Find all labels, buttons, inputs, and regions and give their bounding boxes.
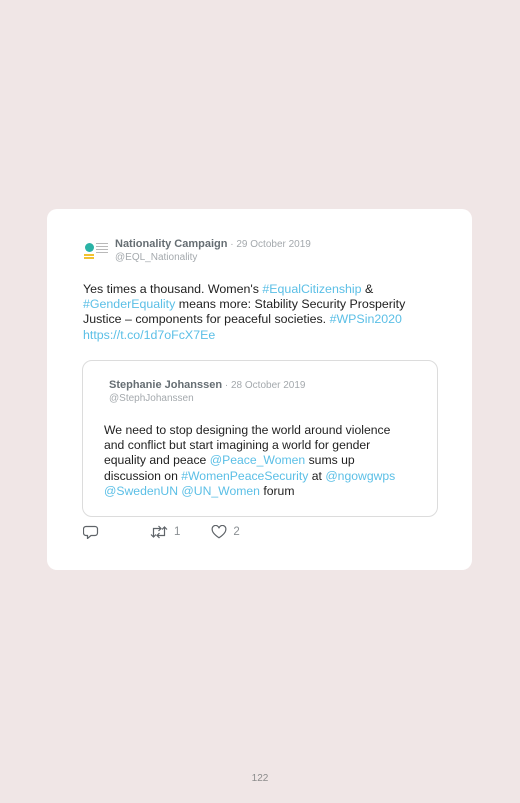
retweet-button[interactable]: 1 bbox=[150, 525, 180, 539]
inline-link[interactable]: #WomenPeaceSecurity bbox=[181, 469, 308, 483]
inline-link[interactable]: #EqualCitizenship bbox=[262, 282, 361, 296]
tweet-actions: 1 2 bbox=[83, 525, 240, 539]
text-segment: & bbox=[361, 282, 374, 296]
reply-button[interactable] bbox=[83, 525, 99, 539]
text-segment: at bbox=[308, 468, 326, 483]
author-name[interactable]: Nationality Campaign bbox=[115, 238, 227, 250]
text-segment: forum bbox=[259, 483, 295, 498]
reply-icon bbox=[83, 525, 99, 539]
tweet-card: Nationality Campaign · 29 October 2019 @… bbox=[47, 209, 472, 570]
quoted-tweet-text: We need to stop designing the world arou… bbox=[104, 423, 414, 499]
inline-link[interactable]: @SwedenUN bbox=[104, 484, 178, 498]
author-handle[interactable]: @EQL_Nationality bbox=[115, 252, 311, 264]
tweet-date[interactable]: 29 October 2019 bbox=[236, 239, 311, 250]
heart-icon bbox=[211, 525, 227, 539]
avatar[interactable] bbox=[83, 237, 111, 265]
like-button[interactable]: 2 bbox=[211, 525, 240, 539]
quoted-tweet-header: Stephanie Johanssen · 28 October 2019 @S… bbox=[109, 378, 305, 405]
retweet-icon bbox=[150, 525, 168, 539]
tweet-header: Nationality Campaign · 29 October 2019 @… bbox=[83, 237, 311, 265]
date-separator: · bbox=[222, 380, 231, 391]
logo-dot bbox=[85, 243, 94, 252]
like-count: 2 bbox=[233, 526, 240, 538]
tweet-text: Yes times a thousand. Women's #EqualCiti… bbox=[83, 282, 439, 343]
text-segment: Yes times a thousand. Women's bbox=[83, 282, 263, 296]
quoted-author-handle[interactable]: @StephJohanssen bbox=[109, 393, 305, 405]
inline-link[interactable]: #WPSin2020 bbox=[330, 312, 402, 326]
quoted-author-name[interactable]: Stephanie Johanssen bbox=[109, 379, 222, 391]
quoted-tweet-date[interactable]: 28 October 2019 bbox=[231, 380, 306, 391]
inline-link[interactable]: @UN_Women bbox=[181, 484, 260, 498]
inline-link[interactable]: @ngowgwps bbox=[325, 469, 395, 483]
inline-link[interactable]: https://t.co/1d7oFcX7Ee bbox=[83, 328, 215, 342]
page-number: 122 bbox=[251, 773, 269, 784]
retweet-count: 1 bbox=[174, 526, 181, 538]
quoted-tweet[interactable]: Stephanie Johanssen · 28 October 2019 @S… bbox=[82, 360, 438, 517]
inline-link[interactable]: @Peace_Women bbox=[210, 453, 305, 467]
inline-link[interactable]: #GenderEquality bbox=[83, 297, 175, 311]
